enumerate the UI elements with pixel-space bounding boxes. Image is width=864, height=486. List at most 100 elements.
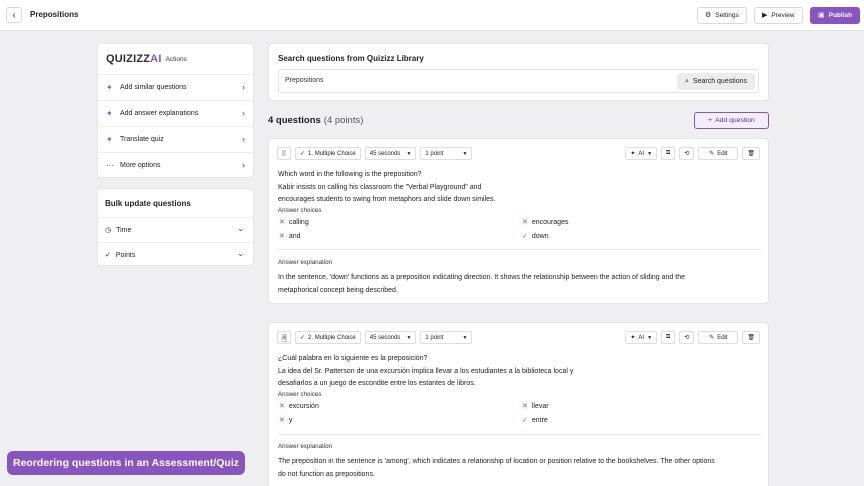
bulk-title: Bulk update questions [105, 198, 191, 208]
delete-button[interactable]: 🗑 [742, 331, 760, 344]
question-text: ¿Cuál palabra en lo siguiente es la prep… [278, 353, 638, 391]
ai-panel-header: QUIZIZZAI Actions [98, 44, 253, 74]
search-icon: ⌕ [684, 77, 689, 85]
copy-icon: ⧉ [666, 334, 671, 340]
divider [278, 249, 761, 250]
divider [278, 434, 761, 435]
caret-down-icon: ▼ [406, 334, 412, 341]
replace-icon: ⟲ [684, 335, 690, 341]
swap-button[interactable]: ⟲ [679, 331, 695, 344]
ai-item-label: Add similar questions [120, 84, 187, 91]
page-title: Prepositions [30, 10, 79, 19]
preview-button[interactable]: ▶ Preview [754, 7, 803, 24]
bulk-item-time[interactable]: ◷ Time ⌄ [98, 217, 253, 242]
question-toolbar: ⠿ ✓ 2. Multiple Choice 45 seconds ▼ 1 po… [277, 331, 473, 344]
duplicate-button[interactable]: ⧉ [661, 147, 676, 160]
check-circle-icon: ✓ [300, 335, 306, 341]
duplicate-button[interactable]: ⧉ [661, 331, 676, 344]
preview-label: Preview [771, 12, 795, 19]
ai-item-add-explanations[interactable]: ✦ Add answer explanations › [98, 100, 253, 126]
check-icon: ✓ [522, 233, 528, 240]
back-button[interactable]: ‹ [6, 7, 22, 23]
answer-choice-correct: ✓ down [522, 232, 549, 241]
bulk-update-panel: Bulk update questions ◷ Time ⌄ ✓ Points … [97, 188, 254, 266]
publish-button[interactable]: ▣ Publish [810, 7, 861, 24]
question-toolbar: ⠿ ✓ 1. Multiple Choice 45 seconds ▼ 1 po… [277, 147, 473, 160]
search-button-label: Search questions [692, 78, 747, 85]
explanation-line: In the sentence, 'down' functions as a p… [278, 274, 685, 281]
search-questions-button[interactable]: ⌕ Search questions [676, 73, 755, 90]
sparkle-icon: ✦ [106, 135, 113, 144]
chevron-down-icon: ⌄ [237, 224, 244, 233]
time-select[interactable]: 45 seconds ▼ [364, 331, 417, 344]
add-question-button[interactable]: + Add question [694, 112, 769, 129]
caret-down-icon: ▼ [647, 334, 653, 341]
answer-choice: ✕ calling [279, 218, 309, 227]
cross-icon: ✕ [279, 219, 285, 226]
chevron-right-icon: › [242, 160, 245, 170]
chevron-right-icon: › [242, 82, 245, 92]
ai-dropdown-button[interactable]: ✦ AI ▼ [625, 331, 658, 344]
question-type-label: 1. Multiple Choice [308, 150, 356, 157]
dots-icon: ⋯ [106, 161, 114, 170]
swap-button[interactable]: ⟲ [679, 147, 695, 160]
ai-item-add-similar[interactable]: ✦ Add similar questions › [98, 74, 253, 100]
questions-count: 4 questions (4 points) [268, 115, 364, 126]
settings-label: Settings [715, 12, 739, 19]
points-select[interactable]: 1 point ▼ [420, 331, 473, 344]
sparkle-icon: ✦ [630, 335, 636, 341]
question-type-label: 2. Multiple Choice [308, 334, 356, 341]
ai-label: AI [638, 150, 645, 157]
caret-down-icon: ▼ [406, 150, 412, 157]
caret-down-icon: ▼ [462, 334, 468, 341]
cross-icon: ✕ [522, 403, 528, 410]
trash-icon: 🗑 [747, 151, 755, 157]
tutorial-banner: Reordering questions in an Assessment/Qu… [7, 451, 245, 475]
explanation-line: The preposition in the sentence is 'amon… [278, 458, 715, 465]
ai-actions-panel: QUIZIZZAI Actions ✦ Add similar question… [97, 43, 254, 178]
answer-choices-label: Answer choices [278, 391, 322, 398]
time-label: 45 seconds [369, 334, 401, 341]
answer-choice: ✕ and [279, 232, 301, 241]
ai-item-translate[interactable]: ✦ Translate quiz › [98, 126, 253, 152]
time-select[interactable]: 45 seconds ▼ [364, 147, 417, 160]
search-input[interactable]: Prepositions ⌕ Search questions [278, 69, 759, 93]
question-card: ⠿ ✓ 2. Multiple Choice 45 seconds ▼ 1 po… [268, 322, 769, 486]
bulk-item-points[interactable]: ✓ Points ⌄ [98, 242, 253, 267]
pencil-icon: ✎ [709, 151, 715, 157]
question-type-chip[interactable]: ✓ 2. Multiple Choice [295, 331, 361, 344]
replace-icon: ⟲ [684, 151, 690, 157]
question-card: ⠿ ✓ 1. Multiple Choice 45 seconds ▼ 1 po… [268, 138, 769, 304]
ai-item-label: Add answer explanations [120, 110, 199, 117]
ai-label: AI [638, 334, 645, 341]
ai-item-more-options[interactable]: ⋯ More options › [98, 152, 253, 178]
top-bar: ‹ Prepositions ⚙ Settings ▶ Preview ▣ Pu… [0, 0, 864, 31]
settings-button[interactable]: ⚙ Settings [697, 7, 747, 24]
question-type-chip[interactable]: ✓ 1. Multiple Choice [295, 147, 361, 160]
question-text-line: Kabir insists on calling his classroom t… [278, 183, 482, 191]
cross-icon: ✕ [279, 417, 285, 424]
ai-dropdown-button[interactable]: ✦ AI ▼ [625, 147, 658, 160]
points-select[interactable]: 1 point ▼ [420, 147, 473, 160]
gear-icon: ⚙ [705, 12, 712, 19]
delete-button[interactable]: 🗑 [742, 147, 760, 160]
points-label: 1 point [425, 150, 444, 157]
caret-down-icon: ▼ [462, 150, 468, 157]
caret-down-icon: ▼ [647, 150, 653, 157]
plus-icon: + [708, 117, 713, 124]
answer-text: down [531, 232, 549, 240]
explanation-line: do not function as prepositions. [278, 471, 375, 478]
edit-button[interactable]: ✎ Edit [698, 331, 739, 344]
question-text: Which word in the following is the prepo… [278, 169, 578, 207]
explanation-text: In the sentence, 'down' functions as a p… [278, 271, 748, 297]
cross-icon: ✕ [522, 219, 528, 226]
hand-cursor-icon: ☝ [281, 333, 288, 345]
edit-button[interactable]: ✎ Edit [698, 147, 739, 160]
question-text-line: Which word in the following is the prepo… [278, 171, 422, 178]
ai-item-label: More options [120, 162, 161, 169]
drag-handle-icon[interactable]: ⠿ [277, 147, 291, 160]
library-search-panel: Search questions from Quizizz Library Pr… [268, 43, 769, 101]
check-circle-icon: ✓ [300, 151, 306, 157]
answer-choice: ✕ y [279, 416, 292, 425]
question-actions: ✦ AI ▼ ⧉ ⟲ ✎ Edit 🗑 [625, 331, 760, 344]
